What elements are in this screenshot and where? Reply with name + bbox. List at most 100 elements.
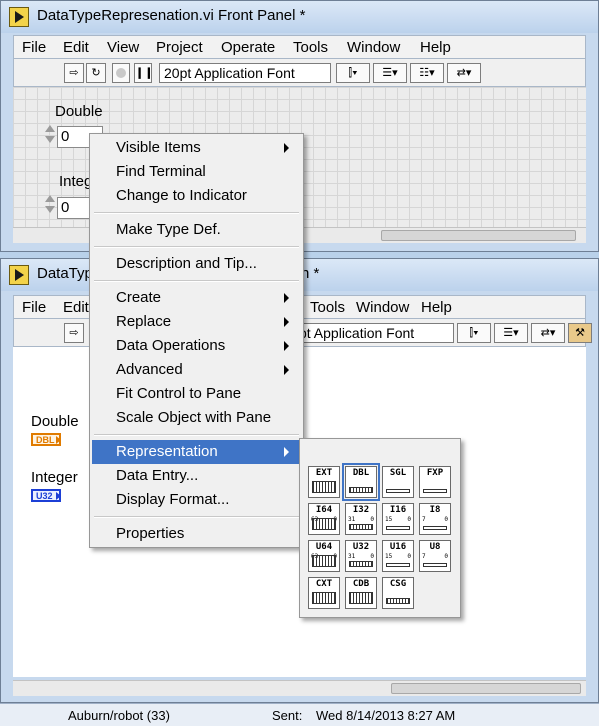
menu-item-fit-control-to-pane[interactable]: Fit Control to Pane bbox=[92, 382, 301, 406]
rep-fxp[interactable]: FXP bbox=[419, 466, 451, 498]
menu-item-display-format[interactable]: Display Format... bbox=[92, 488, 301, 512]
menu-window[interactable]: Window bbox=[347, 39, 400, 56]
rep-i8[interactable]: I8 7 0 bbox=[419, 503, 451, 535]
menu-item-find-terminal[interactable]: Find Terminal bbox=[92, 160, 301, 184]
menu-separator bbox=[94, 212, 299, 214]
menu-item-data-operations[interactable]: Data Operations bbox=[92, 334, 301, 358]
rep-code: I8 bbox=[429, 505, 441, 515]
labview-icon bbox=[9, 7, 29, 27]
submenu-arrow-icon bbox=[284, 143, 289, 153]
bit-high: 31 bbox=[348, 553, 356, 560]
run-arrow-icon[interactable]: ⇨ bbox=[64, 63, 84, 83]
menu-tools[interactable]: Tools bbox=[310, 299, 345, 316]
rep-cdb[interactable]: CDB bbox=[345, 577, 377, 609]
run-continuously-icon[interactable]: ↻ bbox=[86, 63, 106, 83]
menu-operate[interactable]: Operate bbox=[221, 39, 275, 56]
rep-sgl[interactable]: SGL bbox=[382, 466, 414, 498]
increment-decrement-icon[interactable] bbox=[44, 193, 55, 221]
menu-item-visible-items[interactable]: Visible Items bbox=[92, 136, 301, 160]
toolbar: ⇨ ↻ ❙❙ 20pt Application Font ⫿▾ ☰▾ ☷▾ ⇄▾ bbox=[13, 59, 586, 87]
font-selector[interactable]: pt Application Font bbox=[294, 323, 454, 343]
labview-icon bbox=[9, 265, 29, 285]
bit-low: 0 bbox=[444, 516, 448, 523]
rep-bits: 31 0 bbox=[348, 516, 374, 523]
terminal-label: Double bbox=[31, 413, 79, 430]
context-menu: Visible Items Find Terminal Change to In… bbox=[89, 133, 304, 548]
menu-edit[interactable]: Edit bbox=[63, 299, 89, 316]
menu-item-label: Fit Control to Pane bbox=[116, 385, 242, 402]
rep-code: U8 bbox=[429, 542, 441, 552]
rep-u8[interactable]: U8 7 0 bbox=[419, 540, 451, 572]
rep-code: CSG bbox=[389, 579, 407, 589]
bit-high: 31 bbox=[348, 516, 356, 523]
rep-code: EXT bbox=[315, 468, 333, 478]
menu-item-label: Make Type Def. bbox=[116, 221, 221, 238]
u32-terminal[interactable]: U32 bbox=[31, 489, 61, 502]
rep-i16[interactable]: I16 15 0 bbox=[382, 503, 414, 535]
rep-dbl[interactable]: DBL bbox=[342, 463, 380, 501]
pause-icon[interactable]: ❙❙ bbox=[134, 63, 153, 83]
rep-bar bbox=[312, 481, 336, 493]
align-objects-icon[interactable]: ⫿▾ bbox=[457, 323, 491, 343]
distribute-objects-icon[interactable]: ☰▾ bbox=[373, 63, 407, 83]
bit-high: 15 bbox=[385, 516, 393, 523]
rep-bar bbox=[386, 563, 410, 567]
menu-view[interactable]: View bbox=[107, 39, 139, 56]
menu-item-advanced[interactable]: Advanced bbox=[92, 358, 301, 382]
menu-window[interactable]: Window bbox=[356, 299, 409, 316]
menu-file[interactable]: File bbox=[22, 39, 46, 56]
menu-item-scale-object-with-pane[interactable]: Scale Object with Pane bbox=[92, 406, 301, 430]
resize-objects-icon[interactable]: ☷▾ bbox=[410, 63, 444, 83]
distribute-objects-icon[interactable]: ☰▾ bbox=[494, 323, 528, 343]
rep-u16[interactable]: U16 15 0 bbox=[382, 540, 414, 572]
rep-i32[interactable]: I32 31 0 bbox=[345, 503, 377, 535]
horizontal-scrollbar[interactable] bbox=[13, 680, 586, 696]
rep-code: CDB bbox=[352, 579, 370, 589]
menu-item-create[interactable]: Create bbox=[92, 286, 301, 310]
menu-item-description-and-tip[interactable]: Description and Tip... bbox=[92, 252, 301, 276]
rep-bar bbox=[349, 592, 373, 604]
menu-item-label: Advanced bbox=[116, 361, 183, 378]
menu-help[interactable]: Help bbox=[420, 39, 451, 56]
align-objects-icon[interactable]: ⫿▾ bbox=[336, 63, 370, 83]
rep-u32[interactable]: U32 31 0 bbox=[345, 540, 377, 572]
menu-item-label: Find Terminal bbox=[116, 163, 206, 180]
terminal-label: Integer bbox=[31, 469, 78, 486]
rep-i64[interactable]: I64630 bbox=[308, 503, 340, 535]
menu-item-data-entry[interactable]: Data Entry... bbox=[92, 464, 301, 488]
font-selector[interactable]: 20pt Application Font bbox=[159, 63, 331, 83]
menu-item-replace[interactable]: Replace bbox=[92, 310, 301, 334]
rep-code: DBL bbox=[352, 468, 370, 478]
rep-ext[interactable]: EXT bbox=[308, 466, 340, 498]
cleanup-diagram-icon[interactable]: ⚒ bbox=[568, 323, 592, 343]
dbl-terminal[interactable]: DBL bbox=[31, 433, 61, 446]
menu-item-properties[interactable]: Properties bbox=[92, 522, 301, 546]
rep-code: I32 bbox=[352, 505, 370, 515]
window-title: DataTypeRepresenation.vi Front Panel * bbox=[37, 7, 306, 24]
rep-csg[interactable]: CSG bbox=[382, 577, 414, 609]
title-bar[interactable]: DataTypeRepresenation.vi Front Panel * bbox=[1, 1, 598, 33]
menu-file[interactable]: File bbox=[22, 299, 46, 316]
submenu-arrow-icon bbox=[284, 365, 289, 375]
rep-u64[interactable]: U64630 bbox=[308, 540, 340, 572]
increment-decrement-icon[interactable] bbox=[44, 123, 55, 151]
rep-cxt[interactable]: CXT bbox=[308, 577, 340, 609]
background-email-window: Auburn/robot (33) Sent: Wed 8/14/2013 8:… bbox=[0, 703, 599, 726]
menu-tools[interactable]: Tools bbox=[293, 39, 328, 56]
menu-edit[interactable]: Edit bbox=[63, 39, 89, 56]
reorder-icon[interactable]: ⇄▾ bbox=[447, 63, 481, 83]
bit-high: 7 bbox=[422, 553, 426, 560]
menu-item-make-type-def[interactable]: Make Type Def. bbox=[92, 218, 301, 242]
sent-label: Sent: bbox=[272, 708, 303, 723]
menu-item-representation[interactable]: Representation bbox=[92, 440, 301, 464]
abort-icon[interactable] bbox=[112, 63, 130, 83]
scrollbar-thumb[interactable] bbox=[381, 230, 576, 241]
scrollbar-thumb[interactable] bbox=[391, 683, 581, 694]
font-name: 20pt Application Font bbox=[164, 65, 295, 81]
menu-project[interactable]: Project bbox=[156, 39, 203, 56]
reorder-icon[interactable]: ⇄▾ bbox=[531, 323, 565, 343]
menu-item-change-to-indicator[interactable]: Change to Indicator bbox=[92, 184, 301, 208]
menu-separator bbox=[94, 516, 299, 518]
menu-help[interactable]: Help bbox=[421, 299, 452, 316]
run-arrow-icon[interactable]: ⇨ bbox=[64, 323, 84, 343]
